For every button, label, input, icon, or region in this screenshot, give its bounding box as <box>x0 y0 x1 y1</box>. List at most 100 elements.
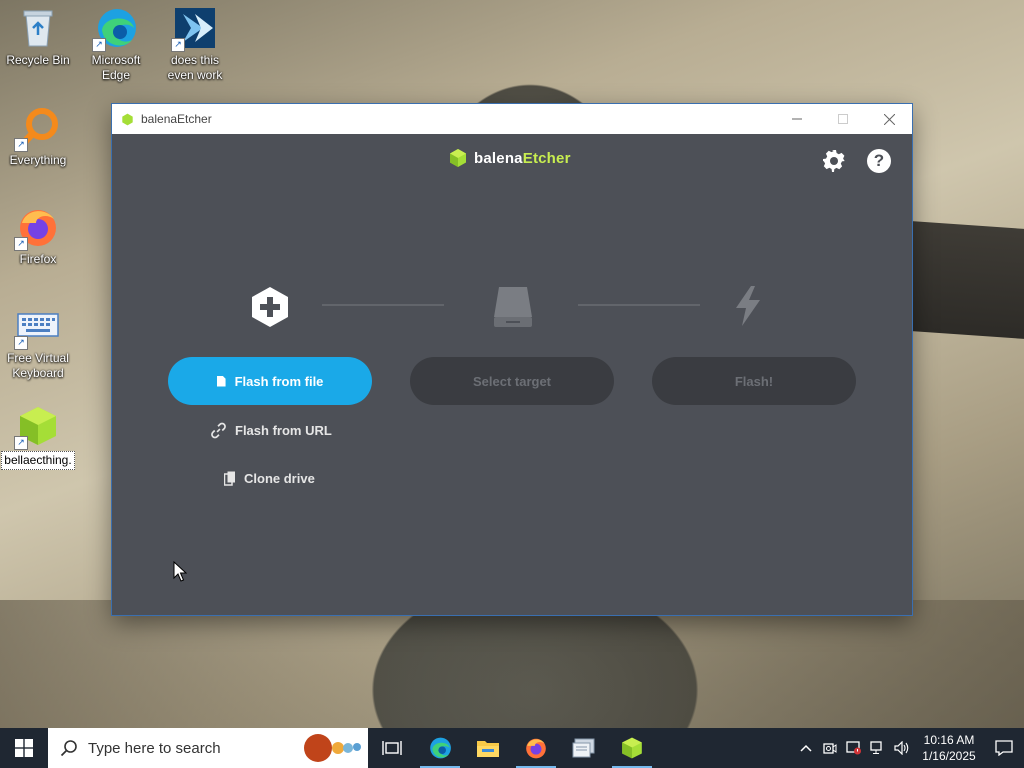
network-icon <box>870 741 882 754</box>
taskbar: Type here to search 10:16 AM 1/16/2025 <box>0 728 1024 768</box>
select-target-button[interactable]: Select target <box>410 357 614 405</box>
app-window-icon <box>572 738 595 758</box>
minimize-icon <box>792 118 802 120</box>
desktop-icon-free-virtual-keyboard[interactable]: ↗ Free Virtual Keyboard <box>0 304 76 381</box>
flash-label: Flash! <box>734 373 774 389</box>
close-button[interactable] <box>866 104 912 134</box>
flash-from-file-button[interactable]: Flash from file <box>168 357 372 405</box>
drive-icon <box>494 287 532 327</box>
taskbar-search-box[interactable]: Type here to search <box>48 728 368 768</box>
etcher-logo[interactable]: balenaEtcher <box>448 148 571 168</box>
edge-icon: ↗ <box>92 6 138 52</box>
tray-security-alert[interactable] <box>842 728 866 768</box>
search-placeholder: Type here to search <box>88 739 221 757</box>
shortcut-arrow-icon: ↗ <box>92 38 106 52</box>
window-title: balenaEtcher <box>141 112 212 126</box>
folder-icon <box>477 741 499 757</box>
maximize-icon <box>838 114 848 124</box>
lightning-icon <box>736 286 760 326</box>
etcher-app-icon <box>122 113 133 125</box>
plus-hexagon-icon <box>252 287 288 327</box>
flash-from-url-link[interactable]: Flash from URL <box>210 422 332 439</box>
show-hidden-icons-button[interactable] <box>794 728 818 768</box>
start-button[interactable] <box>0 728 48 768</box>
clone-drive-label: Clone drive <box>244 471 315 486</box>
shortcut-app-icon: ↗ <box>171 6 217 52</box>
desktop-icon-edge[interactable]: ↗ Microsoft Edge <box>78 6 154 83</box>
tray-volume[interactable] <box>890 728 914 768</box>
everything-search-icon: ↗ <box>14 106 60 152</box>
camera-icon <box>823 743 837 754</box>
search-highlight-planets-icon <box>304 734 361 762</box>
desktop-icon-label: Microsoft Edge <box>91 53 141 82</box>
notification-center-button[interactable] <box>984 728 1024 768</box>
brand-name: balenaEtcher <box>474 149 571 167</box>
desktop-icon-label: Free Virtual Keyboard <box>7 351 69 380</box>
system-tray: 10:16 AM 1/16/2025 <box>794 728 1024 768</box>
flash-step-icon <box>734 286 762 331</box>
taskbar-app-window[interactable] <box>560 728 608 768</box>
select-target-label: Select target <box>472 373 552 389</box>
settings-button[interactable] <box>822 149 846 173</box>
flash-from-url-label: Flash from URL <box>235 423 332 438</box>
background-wall <box>912 221 1024 339</box>
taskbar-clock[interactable]: 10:16 AM 1/16/2025 <box>914 732 984 764</box>
taskbar-firefox[interactable] <box>512 728 560 768</box>
close-icon <box>883 113 895 125</box>
notification-icon <box>995 740 1013 756</box>
select-image-step-icon <box>250 286 290 333</box>
help-button[interactable]: ? <box>867 149 891 173</box>
clone-drive-link[interactable]: Clone drive <box>224 471 315 486</box>
edge-icon <box>430 737 451 759</box>
window-titlebar[interactable]: balenaEtcher <box>112 104 912 134</box>
task-view-icon <box>382 741 402 755</box>
flash-from-file-label: Flash from file <box>234 373 324 389</box>
taskbar-etcher[interactable] <box>608 728 656 768</box>
desktop-icon-does-this-even-work[interactable]: ↗ does this even work <box>157 6 233 83</box>
link-icon <box>211 422 226 439</box>
etcher-window: balenaEtcher balenaEtcher ? Flash from f… <box>112 104 912 615</box>
clock-time: 10:16 AM <box>923 733 975 747</box>
security-alert-icon <box>846 741 861 755</box>
tray-camera[interactable] <box>818 728 842 768</box>
step-connector <box>322 304 444 306</box>
mouse-cursor <box>173 560 188 588</box>
taskbar-file-explorer[interactable] <box>464 728 512 768</box>
clock-date: 1/16/2025 <box>922 749 976 763</box>
firefox-icon <box>526 738 546 759</box>
desktop-icon-label: does this even work <box>167 53 223 82</box>
shortcut-arrow-icon: ↗ <box>171 38 185 52</box>
background-floor <box>0 600 1024 730</box>
desktop-icon-label: Everything <box>9 153 67 167</box>
copy-icon <box>224 471 235 486</box>
minimize-button[interactable] <box>774 104 820 134</box>
desktop-icon-label[interactable]: bellaecthing. <box>1 451 75 470</box>
task-view-button[interactable] <box>368 728 416 768</box>
etcher-cube-icon <box>622 737 642 759</box>
window-controls <box>774 104 912 134</box>
keyboard-icon: ↗ <box>14 304 60 350</box>
cursor-arrow-icon <box>173 560 188 582</box>
desktop-icon-label: Firefox <box>19 252 57 266</box>
desktop-icon-bellaecthing[interactable]: ↗ bellaecthing. <box>0 404 76 470</box>
firefox-icon: ↗ <box>14 205 60 251</box>
gear-icon <box>823 150 845 172</box>
speaker-icon <box>894 741 909 755</box>
desktop-icon-label: Recycle Bin <box>6 53 70 67</box>
desktop-icon-everything[interactable]: ↗ Everything <box>0 106 76 168</box>
shortcut-arrow-icon: ↗ <box>14 138 28 152</box>
flash-button[interactable]: Flash! <box>652 357 856 405</box>
etcher-cube-icon: ↗ <box>14 404 60 450</box>
desktop-icon-recycle-bin[interactable]: Recycle Bin <box>0 6 76 68</box>
shortcut-arrow-icon: ↗ <box>14 336 28 350</box>
taskbar-edge[interactable] <box>416 728 464 768</box>
select-target-step-icon <box>492 285 534 334</box>
maximize-button[interactable] <box>820 104 866 134</box>
tray-network[interactable] <box>866 728 890 768</box>
etcher-cube-icon <box>450 149 466 167</box>
file-icon <box>216 375 226 387</box>
question-mark-icon: ? <box>873 151 885 170</box>
chevron-up-icon <box>800 744 812 752</box>
recycle-bin-icon <box>16 6 60 50</box>
desktop-icon-firefox[interactable]: ↗ Firefox <box>0 205 76 267</box>
